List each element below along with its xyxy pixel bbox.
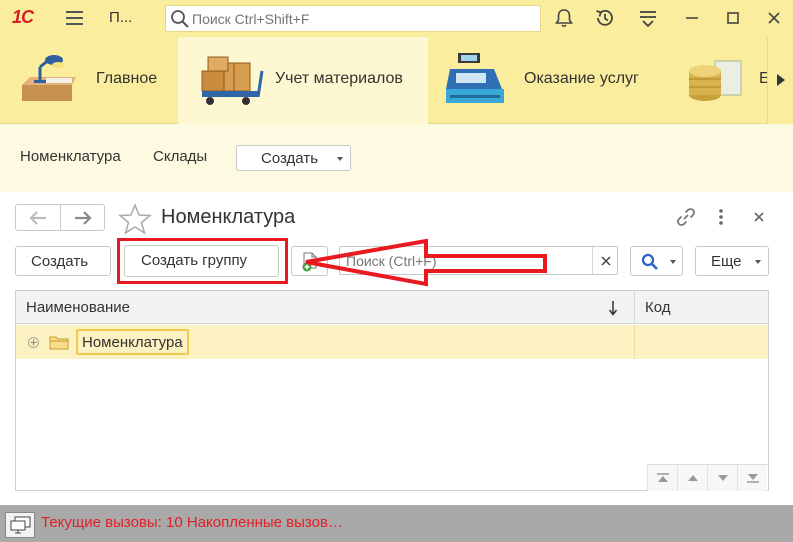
scroll-down-button[interactable] — [707, 465, 737, 491]
functions-panel: Номенклатура Склады — [0, 124, 793, 192]
favorite-star-icon[interactable] — [118, 203, 152, 235]
button-label: Еще — [711, 253, 742, 270]
coins-icon — [689, 60, 742, 101]
expand-icon[interactable] — [28, 337, 39, 348]
column-divider — [634, 325, 635, 359]
scroll-up-button[interactable] — [677, 465, 707, 491]
close-icon — [601, 256, 611, 266]
app-logo: 1С — [12, 7, 34, 27]
scroll-first-icon — [657, 473, 669, 482]
status-text: Текущие вызовы: 10 Накопленные вызов… — [41, 514, 343, 531]
button-label: Создать — [31, 253, 89, 270]
search-icon — [641, 253, 658, 270]
chevron-down-icon — [337, 157, 343, 161]
create-button[interactable]: Создать — [15, 246, 111, 276]
status-bar: Текущие вызовы: 10 Накопленные вызов… — [0, 505, 793, 542]
section-label: Учет материалов — [275, 70, 403, 87]
main-menu-icon[interactable] — [66, 9, 84, 27]
title-bar: 1С П... — [0, 0, 793, 37]
arrow-left-icon — [29, 211, 46, 225]
monitor-icon[interactable] — [5, 512, 35, 538]
link-icon[interactable] — [675, 206, 697, 228]
highlight-frame — [117, 238, 288, 284]
warehouse-boxes-icon — [201, 56, 264, 105]
button-label: Создать — [261, 150, 319, 167]
panel-create-button[interactable]: Создать — [236, 145, 351, 171]
section-main[interactable]: Главное — [0, 37, 178, 124]
settings-menu-icon[interactable] — [637, 7, 659, 29]
link-warehouses[interactable]: Склады — [153, 148, 207, 165]
history-icon[interactable] — [594, 7, 616, 29]
global-search-input[interactable] — [192, 9, 532, 28]
create-copy-button[interactable] — [291, 246, 328, 276]
section-materials[interactable]: Учет материалов — [178, 37, 428, 124]
arrow-right-icon — [75, 211, 92, 225]
more-button[interactable]: Еще — [695, 246, 769, 276]
search-button[interactable] — [630, 246, 683, 276]
table-header: Наименование Код — [16, 291, 768, 324]
minimize-icon[interactable] — [681, 7, 703, 29]
maximize-icon[interactable] — [722, 7, 744, 29]
app-title: П... — [109, 9, 133, 26]
scroll-top-button[interactable] — [647, 465, 677, 491]
table-scroll-controls — [647, 464, 768, 491]
more-actions-icon[interactable] — [716, 207, 726, 227]
scroll-bottom-button[interactable] — [737, 465, 767, 491]
chevron-up-icon — [688, 475, 698, 481]
column-header-name[interactable]: Наименование — [26, 299, 130, 316]
bell-icon[interactable] — [553, 7, 575, 29]
back-button[interactable] — [16, 205, 60, 230]
forward-button[interactable] — [61, 205, 105, 230]
row-name-cell[interactable]: Номенклатура — [76, 329, 189, 355]
add-document-icon — [302, 252, 317, 272]
navigation-buttons — [15, 204, 105, 231]
sections-scroll-right-button[interactable] — [767, 37, 793, 124]
link-nomenclature[interactable]: Номенклатура — [20, 148, 121, 165]
nomenclature-table[interactable]: Наименование Код Номенклатура — [15, 290, 769, 491]
list-search[interactable] — [339, 246, 618, 275]
folder-icon — [49, 336, 69, 350]
column-header-code[interactable]: Код — [645, 299, 671, 316]
section-services[interactable]: Оказание услуг — [428, 37, 663, 124]
section-more[interactable]: Е — [663, 37, 770, 124]
chevron-down-icon — [670, 260, 676, 264]
clear-search-button[interactable] — [592, 247, 618, 274]
close-form-icon[interactable] — [751, 209, 767, 225]
table-row[interactable]: Номенклатура — [16, 325, 768, 359]
desk-lamp-icon — [22, 55, 76, 101]
close-icon[interactable] — [763, 7, 785, 29]
scroll-last-icon — [747, 474, 759, 483]
section-label: Главное — [96, 70, 158, 87]
chevron-down-icon — [755, 260, 761, 264]
chevron-down-icon — [718, 475, 728, 481]
sort-descending-icon[interactable] — [608, 300, 618, 316]
section-label: Оказание услуг — [524, 70, 639, 87]
search-icon — [171, 10, 189, 28]
page-title: Номенклатура — [161, 206, 296, 228]
search-input[interactable] — [346, 252, 586, 270]
global-search[interactable] — [165, 5, 541, 32]
chevron-right-icon — [777, 74, 785, 86]
cash-register-icon — [446, 53, 504, 103]
sections-panel: Главное Учет материалов Оказание услуг Е — [0, 37, 793, 124]
column-divider — [634, 291, 635, 324]
